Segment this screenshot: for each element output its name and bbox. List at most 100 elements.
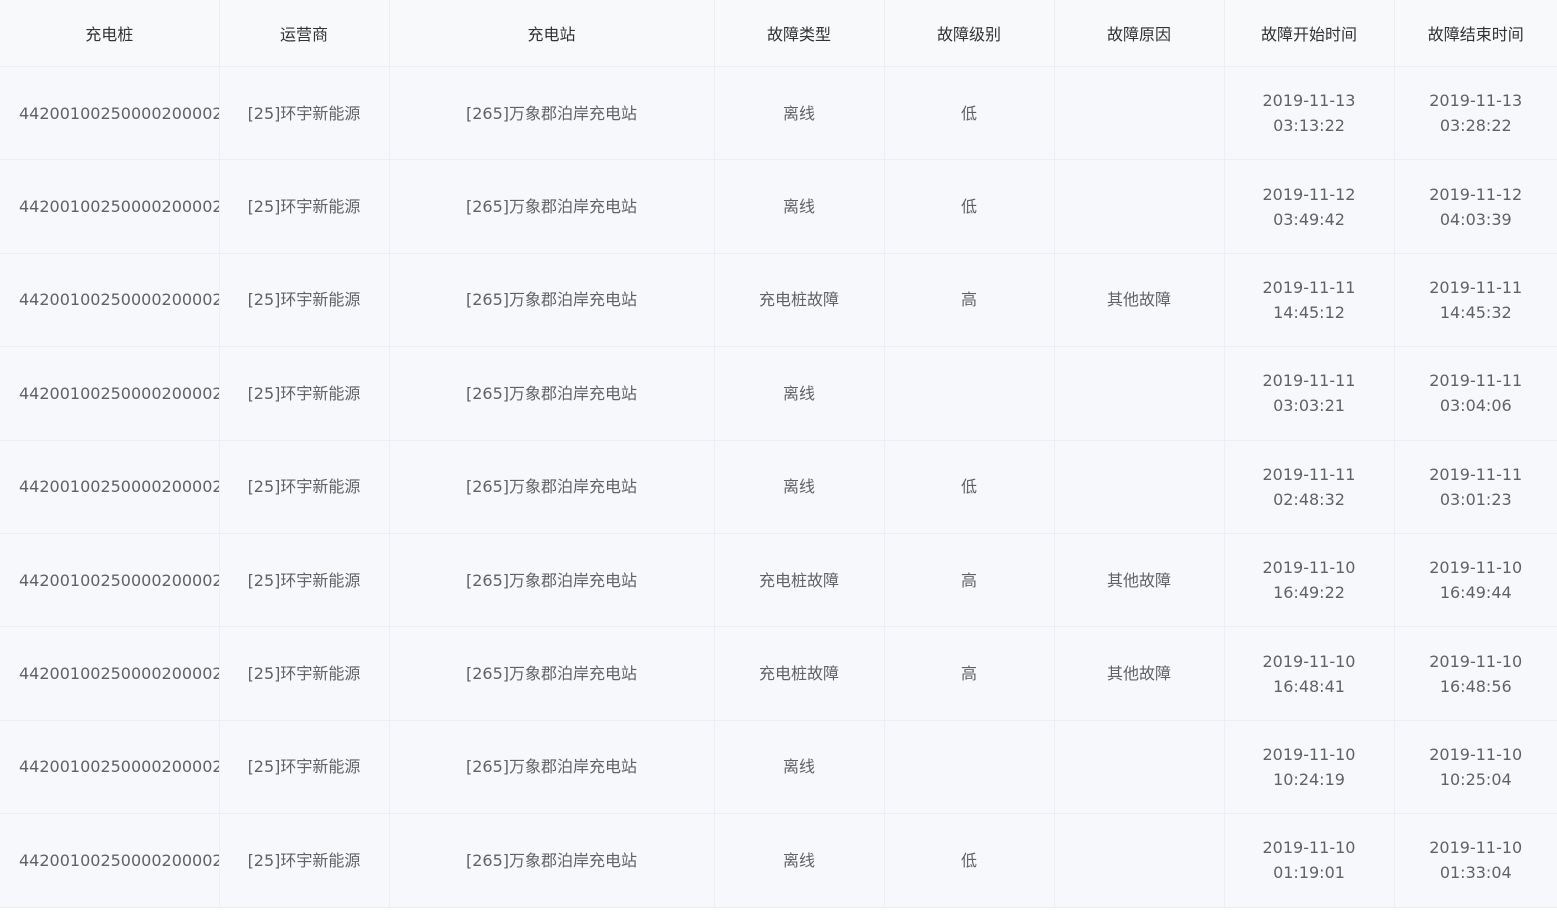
start-date: 2019-11-10 xyxy=(1262,558,1356,578)
column-header-fault-level[interactable]: 故障级别 xyxy=(883,0,1055,67)
start-date: 2019-11-10 xyxy=(1262,838,1356,858)
column-header-fault-type[interactable]: 故障类型 xyxy=(713,0,885,67)
cell-fault-type: 离线 xyxy=(713,159,885,254)
end-clock: 10:25:04 xyxy=(1439,769,1512,789)
column-header-fault-reason[interactable]: 故障原因 xyxy=(1053,0,1225,67)
end-date: 2019-11-10 xyxy=(1429,744,1523,764)
cell-end-time: 2019-11-12 04:03:39 xyxy=(1393,159,1557,254)
cell-fault-reason xyxy=(1053,813,1225,908)
start-date: 2019-11-10 xyxy=(1262,744,1356,764)
cell-fault-type: 离线 xyxy=(713,719,885,815)
cell-start-time: 2019-11-10 16:48:41 xyxy=(1223,626,1395,721)
table-row[interactable]: 44200100250000200002 [25]环宇新能源 [265]万象郡泊岸充… xyxy=(0,252,1557,348)
cell-operator: [25]环宇新能源 xyxy=(218,439,390,534)
table-row[interactable]: 44200100250000200002 [25]环宇新能源 [265]万象郡泊岸充… xyxy=(0,626,1557,721)
cell-fault-reason xyxy=(1053,346,1225,441)
column-header-start-time[interactable]: 故障开始时间 xyxy=(1223,0,1395,67)
cell-fault-level: 高 xyxy=(883,626,1055,721)
cell-end-time: 2019-11-10 01:33:04 xyxy=(1393,813,1557,908)
cell-pile: 44200100250000200002 xyxy=(0,65,220,161)
cell-fault-reason: 其他故障 xyxy=(1053,626,1225,721)
cell-fault-type: 离线 xyxy=(713,65,885,161)
end-date: 2019-11-10 xyxy=(1429,651,1523,671)
cell-fault-reason xyxy=(1053,439,1225,534)
cell-fault-level: 高 xyxy=(883,252,1055,348)
column-header-station[interactable]: 充电站 xyxy=(388,0,715,67)
end-clock: 03:04:06 xyxy=(1439,396,1512,416)
start-clock: 03:49:42 xyxy=(1273,209,1345,229)
cell-end-time: 2019-11-10 16:48:56 xyxy=(1393,626,1557,721)
end-date: 2019-11-10 xyxy=(1429,558,1523,578)
cell-start-time: 2019-11-10 10:24:19 xyxy=(1223,719,1395,815)
table-row[interactable]: 44200100250000200002 [25]环宇新能源 [265]万象郡泊岸充… xyxy=(0,159,1557,254)
cell-fault-reason: 其他故障 xyxy=(1053,252,1225,348)
table-row[interactable]: 44200100250000200002 [25]环宇新能源 [265]万象郡泊岸充… xyxy=(0,813,1557,908)
start-clock: 10:24:19 xyxy=(1273,769,1345,789)
cell-end-time: 2019-11-10 10:25:04 xyxy=(1393,719,1557,815)
cell-operator: [25]环宇新能源 xyxy=(218,626,390,721)
cell-fault-level: 低 xyxy=(883,65,1055,161)
cell-station: [265]万象郡泊岸充电站 xyxy=(388,439,715,534)
cell-pile: 44200100250000200002 xyxy=(0,159,220,254)
cell-fault-reason xyxy=(1053,65,1225,161)
cell-pile: 44200100250000200002 xyxy=(0,813,220,908)
cell-fault-level: 高 xyxy=(883,532,1055,628)
start-clock: 03:13:22 xyxy=(1273,116,1345,136)
end-date: 2019-11-13 xyxy=(1429,91,1523,111)
fault-record-table: 充电桩 运营商 充电站 故障类型 故障级别 故障原因 故障开始时间 故障结束时间… xyxy=(0,0,1557,908)
cell-end-time: 2019-11-11 14:45:32 xyxy=(1393,252,1557,348)
cell-station: [265]万象郡泊岸充电站 xyxy=(388,346,715,441)
start-date: 2019-11-10 xyxy=(1262,651,1356,671)
cell-start-time: 2019-11-11 02:48:32 xyxy=(1223,439,1395,534)
cell-station: [265]万象郡泊岸充电站 xyxy=(388,719,715,815)
cell-fault-type: 充电桩故障 xyxy=(713,532,885,628)
column-header-pile[interactable]: 充电桩 xyxy=(0,0,220,67)
table-row[interactable]: 44200100250000200002 [25]环宇新能源 [265]万象郡泊岸充… xyxy=(0,719,1557,815)
end-clock: 01:33:04 xyxy=(1439,863,1512,883)
cell-fault-reason xyxy=(1053,159,1225,254)
cell-start-time: 2019-11-10 16:49:22 xyxy=(1223,532,1395,628)
table-row[interactable]: 44200100250000200002 [25]环宇新能源 [265]万象郡泊岸充… xyxy=(0,439,1557,534)
table-body: 44200100250000200002 [25]环宇新能源 [265]万象郡泊岸充… xyxy=(0,65,1557,908)
cell-fault-reason: 其他故障 xyxy=(1053,532,1225,628)
start-date: 2019-11-13 xyxy=(1262,91,1356,111)
cell-operator: [25]环宇新能源 xyxy=(218,813,390,908)
cell-start-time: 2019-11-10 01:19:01 xyxy=(1223,813,1395,908)
end-clock: 04:03:39 xyxy=(1439,209,1512,229)
start-clock: 16:48:41 xyxy=(1273,676,1345,696)
cell-station: [265]万象郡泊岸充电站 xyxy=(388,626,715,721)
table-row[interactable]: 44200100250000200002 [25]环宇新能源 [265]万象郡泊岸充… xyxy=(0,65,1557,161)
cell-station: [265]万象郡泊岸充电站 xyxy=(388,252,715,348)
cell-fault-level xyxy=(883,346,1055,441)
table-row[interactable]: 44200100250000200002 [25]环宇新能源 [265]万象郡泊岸充… xyxy=(0,532,1557,628)
cell-operator: [25]环宇新能源 xyxy=(218,159,390,254)
column-header-end-time[interactable]: 故障结束时间 xyxy=(1393,0,1557,67)
cell-operator: [25]环宇新能源 xyxy=(218,252,390,348)
end-date: 2019-11-10 xyxy=(1429,838,1523,858)
end-date: 2019-11-11 xyxy=(1429,464,1523,484)
start-clock: 02:48:32 xyxy=(1273,489,1345,509)
table-row[interactable]: 44200100250000200002 [25]环宇新能源 [265]万象郡泊岸充… xyxy=(0,346,1557,441)
cell-start-time: 2019-11-13 03:13:22 xyxy=(1223,65,1395,161)
cell-fault-type: 离线 xyxy=(713,813,885,908)
start-clock: 01:19:01 xyxy=(1273,863,1345,883)
cell-fault-type: 离线 xyxy=(713,346,885,441)
cell-start-time: 2019-11-11 03:03:21 xyxy=(1223,346,1395,441)
end-date: 2019-11-11 xyxy=(1429,371,1523,391)
cell-fault-type: 离线 xyxy=(713,439,885,534)
cell-fault-level xyxy=(883,719,1055,815)
cell-operator: [25]环宇新能源 xyxy=(218,346,390,441)
cell-end-time: 2019-11-10 16:49:44 xyxy=(1393,532,1557,628)
cell-start-time: 2019-11-12 03:49:42 xyxy=(1223,159,1395,254)
column-header-operator[interactable]: 运营商 xyxy=(218,0,390,67)
cell-fault-level: 低 xyxy=(883,439,1055,534)
cell-end-time: 2019-11-13 03:28:22 xyxy=(1393,65,1557,161)
end-clock: 16:48:56 xyxy=(1439,676,1512,696)
table-header: 充电桩 运营商 充电站 故障类型 故障级别 故障原因 故障开始时间 故障结束时间 xyxy=(0,0,1557,67)
start-date: 2019-11-11 xyxy=(1262,277,1356,297)
end-clock: 03:01:23 xyxy=(1439,489,1512,509)
cell-end-time: 2019-11-11 03:04:06 xyxy=(1393,346,1557,441)
cell-station: [265]万象郡泊岸充电站 xyxy=(388,65,715,161)
end-clock: 03:28:22 xyxy=(1439,116,1512,136)
start-clock: 14:45:12 xyxy=(1273,302,1345,322)
